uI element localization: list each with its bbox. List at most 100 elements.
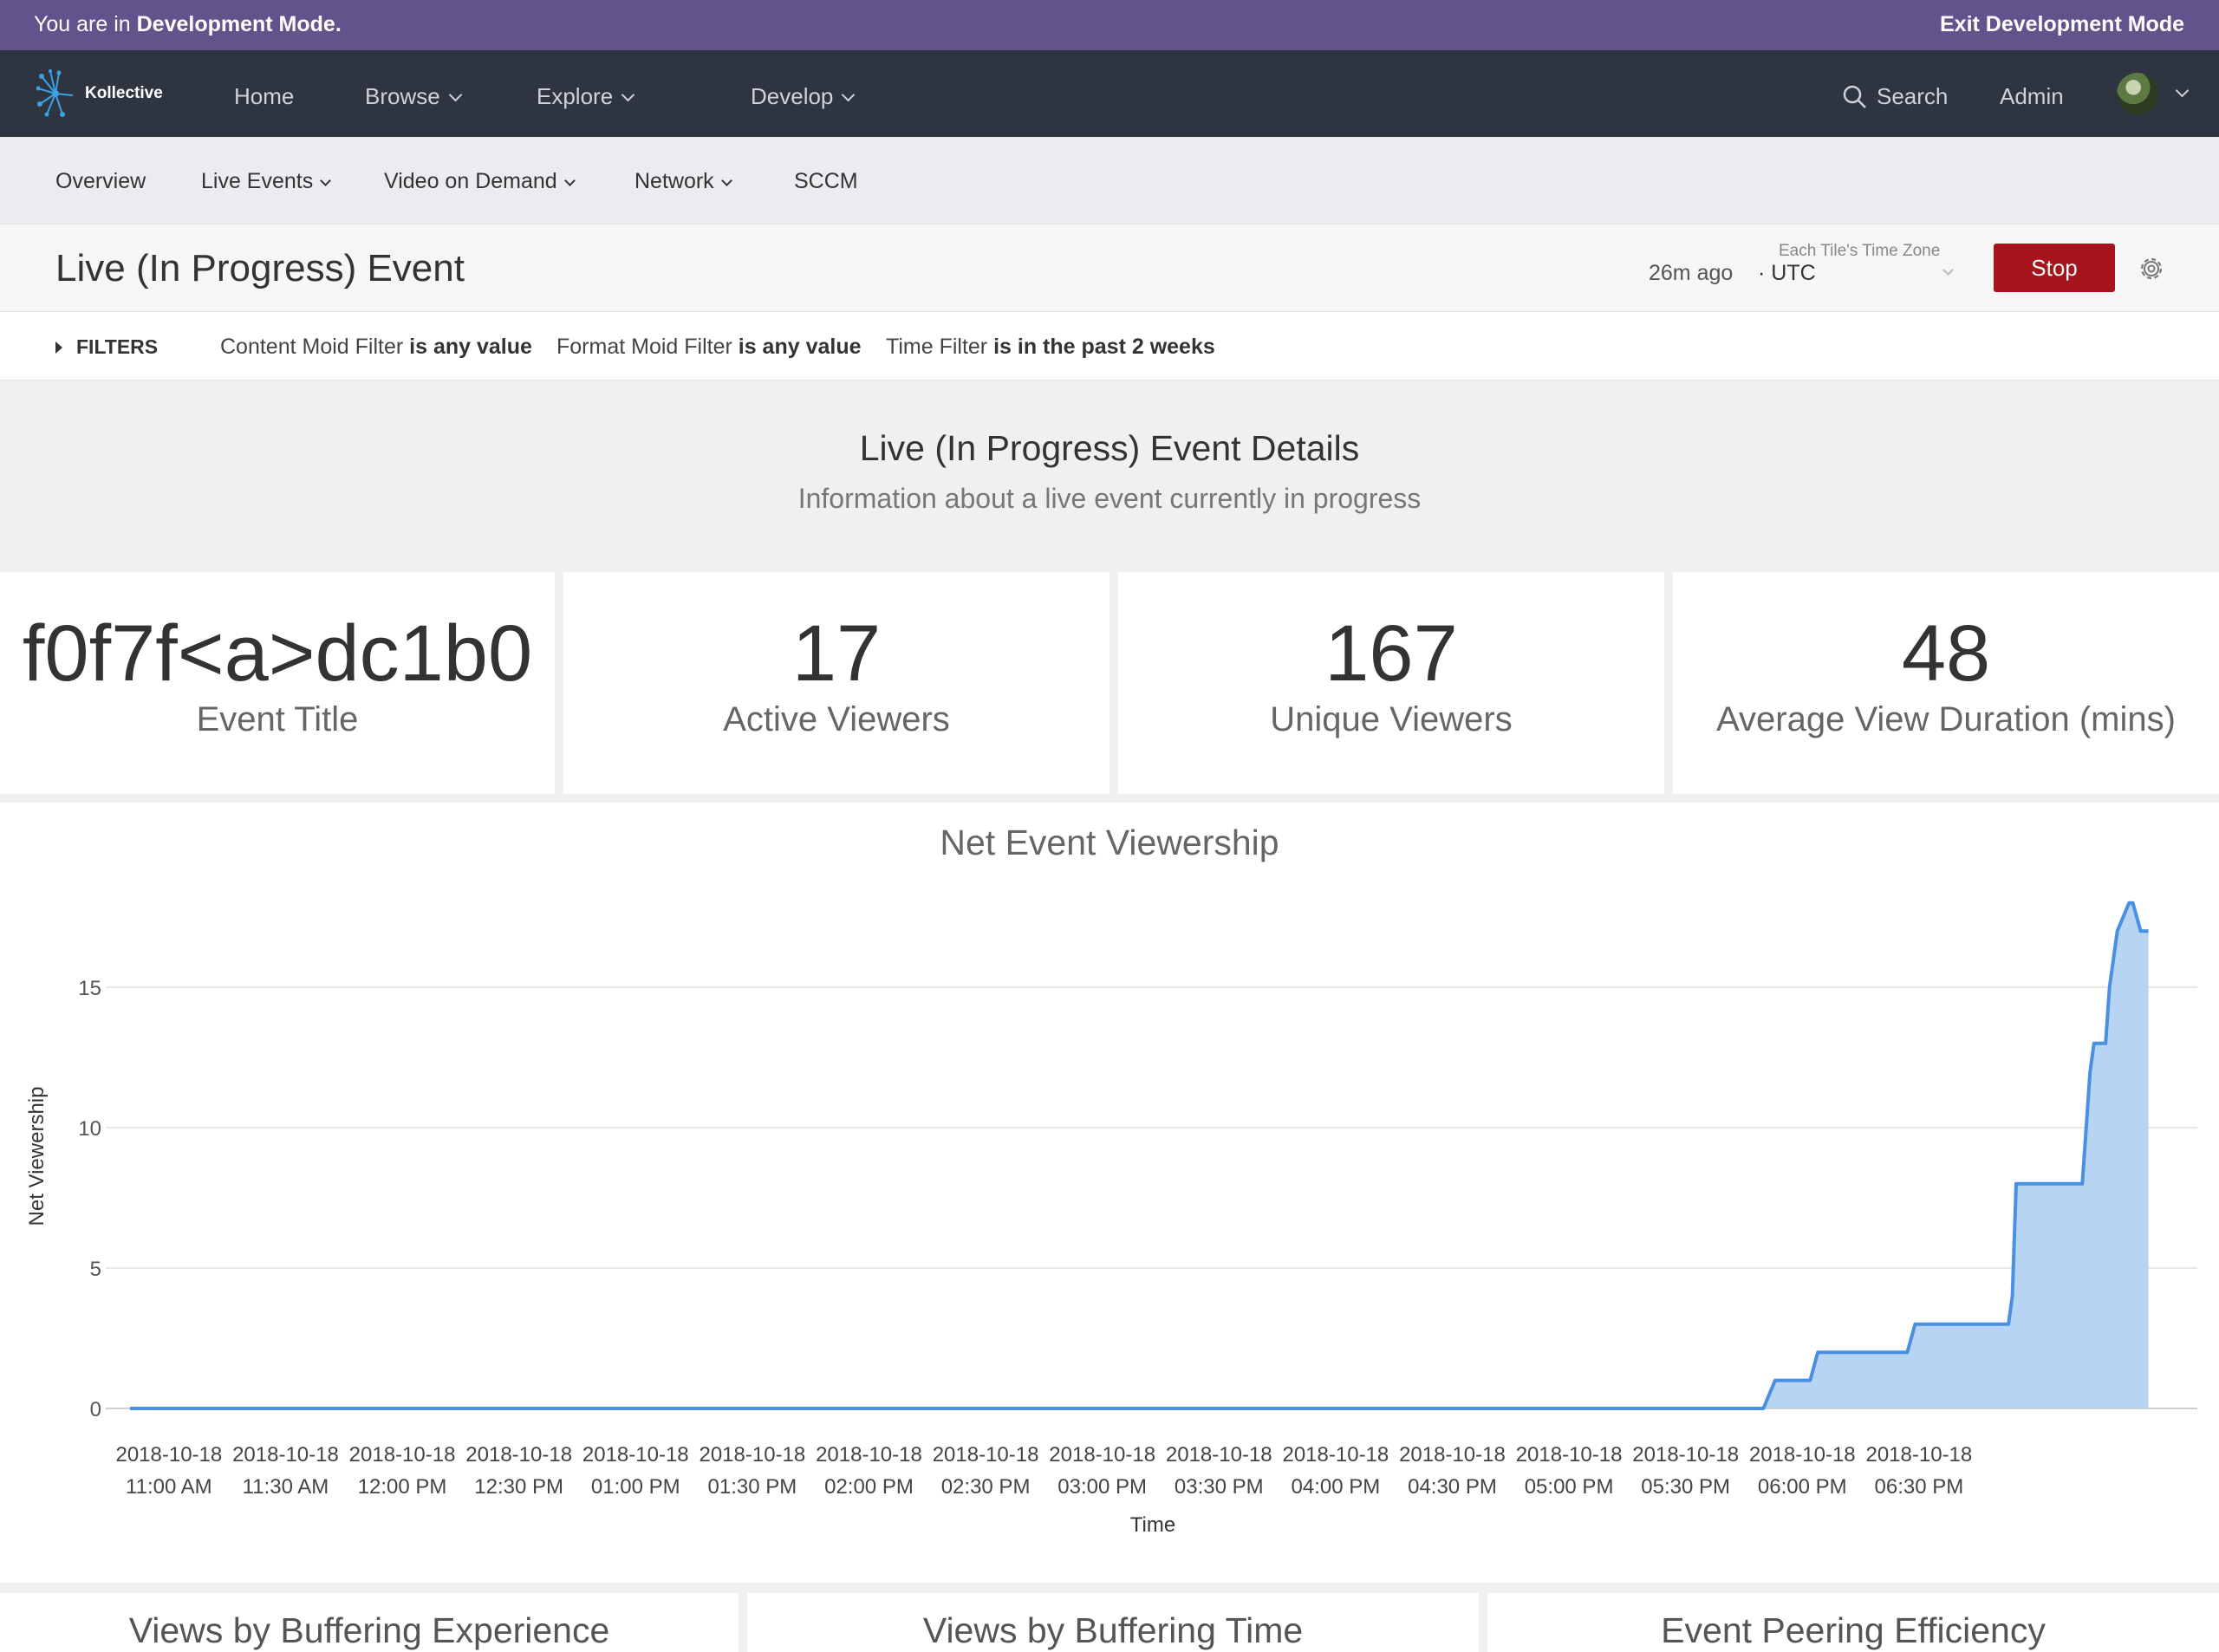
filter-format-moid[interactable]: Format Moid Filter is any value <box>556 335 862 360</box>
dev-mode-label: Development Mode. <box>136 12 342 36</box>
x-tick-date: 2018-10-18 <box>1749 1443 1856 1467</box>
nav-develop[interactable]: Develop <box>751 83 856 110</box>
tile-title: Views by Buffering Experience <box>128 1610 610 1650</box>
caret-right-icon <box>55 341 62 354</box>
x-tick-time: 02:30 PM <box>941 1475 1031 1499</box>
chart-title: Net Event Viewership <box>940 823 1279 862</box>
subnav-video-on-demand[interactable]: Video on Demand <box>384 169 576 194</box>
dev-mode-prefix: You are in <box>34 12 137 36</box>
nav-home-label: Home <box>234 83 295 109</box>
subnav-overview-label: Overview <box>55 169 146 193</box>
x-tick-time: 05:30 PM <box>1641 1475 1730 1499</box>
dev-mode-message: You are in Development Mode. <box>34 12 342 37</box>
x-tick-date: 2018-10-18 <box>1865 1443 1972 1467</box>
timezone-chevron[interactable] <box>1936 264 1954 282</box>
x-tick-date: 2018-10-18 <box>1049 1443 1155 1467</box>
page-title: Live (In Progress) Event <box>55 247 465 289</box>
subnav-live-events[interactable]: Live Events <box>201 169 332 194</box>
chevron-down-icon <box>320 175 332 186</box>
tile-views-by-buffering-experience[interactable]: Views by Buffering Experience <box>0 1593 739 1652</box>
search-label: Search <box>1877 83 1949 109</box>
x-tick-date: 2018-10-18 <box>1632 1443 1739 1467</box>
nav-browse[interactable]: Browse <box>365 83 462 110</box>
last-updated: 26m ago <box>1649 261 1734 285</box>
series-line <box>130 901 2149 1410</box>
tile-active-viewers[interactable]: 17 Active Viewers <box>563 572 1110 794</box>
x-tick-time: 12:30 PM <box>474 1475 563 1499</box>
subnav-network-label: Network <box>634 169 714 193</box>
tile-event-peering-efficiency[interactable]: Event Peering Efficiency <box>1487 1593 2219 1652</box>
nav-home[interactable]: Home <box>234 83 294 110</box>
subnav-overview[interactable]: Overview <box>55 169 146 194</box>
tile-average-view-duration[interactable]: 48 Average View Duration (mins) <box>1673 572 2219 794</box>
subnav-sccm-label: SCCM <box>794 169 858 193</box>
tile-title: Views by Buffering Time <box>922 1610 1304 1650</box>
chevron-down-icon <box>842 88 856 102</box>
user-menu-chevron[interactable] <box>2167 83 2190 104</box>
y-axis-label: Net Viewership <box>25 1087 49 1226</box>
subnav-sccm[interactable]: SCCM <box>794 169 858 194</box>
stop-button[interactable]: Stop <box>1994 244 2115 292</box>
x-tick-date: 2018-10-18 <box>1166 1443 1272 1467</box>
x-tick-time: 04:00 PM <box>1292 1475 1381 1499</box>
subnav-network[interactable]: Network <box>634 169 732 194</box>
y-tick-label: 0 <box>90 1398 101 1421</box>
timezone-label: Each Tile's Time Zone <box>1779 242 1941 260</box>
x-tick-date: 2018-10-18 <box>1399 1443 1506 1467</box>
kollective-logo[interactable]: Kollective <box>36 68 163 120</box>
filter-name: Format Moid Filter <box>556 335 732 359</box>
y-tick-label: 10 <box>78 1117 101 1141</box>
chevron-down-icon <box>621 88 635 102</box>
net-viewership-chart: Net Event Viewership 0 5 10 15 Net Viewership… <box>25 823 2197 1537</box>
chevron-down-icon <box>2175 83 2190 98</box>
subnav-live-events-label: Live Events <box>201 169 314 193</box>
x-tick-time: 05:00 PM <box>1525 1475 1614 1499</box>
tile-views-by-buffering-time[interactable]: Views by Buffering Time <box>747 1593 1479 1652</box>
details-subtitle: Information about a live event currently… <box>797 483 1422 514</box>
filter-name: Content Moid Filter <box>220 335 404 359</box>
tile-unique-viewers[interactable]: 167 Unique Viewers <box>1118 572 1664 794</box>
admin-link[interactable]: Admin <box>2000 83 2064 110</box>
chevron-down-icon <box>1942 264 1954 276</box>
x-tick-date: 2018-10-18 <box>465 1443 572 1467</box>
exit-dev-mode-link[interactable]: Exit Development Mode <box>1940 12 2184 37</box>
brand-name: Kollective <box>85 84 163 102</box>
nav-explore[interactable]: Explore <box>537 83 635 110</box>
series-area <box>130 902 2149 1408</box>
details-title: Live (In Progress) Event Details <box>859 428 1360 468</box>
nav-develop-label: Develop <box>751 83 834 109</box>
subnav-vod-label: Video on Demand <box>384 169 557 193</box>
user-avatar[interactable] <box>2117 73 2158 114</box>
filters-bar: FILTERS Content Moid Filter is any value… <box>0 312 2219 380</box>
filter-value: is in the past 2 weeks <box>993 335 1215 359</box>
dev-mode-banner: You are in Development Mode. Exit Develo… <box>0 0 2219 50</box>
tile-event-title[interactable]: f0f7f<a>dc1b0 Event Title <box>0 572 555 794</box>
gear-icon[interactable] <box>2136 253 2167 284</box>
tile-value: f0f7f<a>dc1b0 <box>22 609 533 698</box>
chevron-down-icon <box>563 175 576 186</box>
timezone-select[interactable]: · UTC <box>1758 261 1816 286</box>
search-button[interactable]: Search <box>1842 83 1948 110</box>
tile-label: Unique Viewers <box>1270 700 1513 738</box>
x-tick-date: 2018-10-18 <box>816 1443 922 1467</box>
x-tick-date: 2018-10-18 <box>1282 1443 1389 1467</box>
tile-label: Active Viewers <box>723 700 950 738</box>
x-tick-date: 2018-10-18 <box>699 1443 805 1467</box>
filters-toggle[interactable]: FILTERS <box>55 335 158 359</box>
x-tick-time: 02:00 PM <box>824 1475 914 1499</box>
x-tick-date: 2018-10-18 <box>232 1443 339 1467</box>
filter-content-moid[interactable]: Content Moid Filter is any value <box>220 335 532 360</box>
filter-value: is any value <box>409 335 532 359</box>
x-tick-time: 04:30 PM <box>1408 1475 1497 1499</box>
top-nav: Kollective Home Browse Explore Develop S… <box>0 50 2219 137</box>
x-tick-time: 06:30 PM <box>1875 1475 1964 1499</box>
filter-name: Time Filter <box>886 335 988 359</box>
x-tick-date: 2018-10-18 <box>1516 1443 1623 1467</box>
section-nav: Overview Live Events Video on Demand Net… <box>0 137 2219 224</box>
chevron-down-icon <box>720 175 732 186</box>
x-tick-time: 01:30 PM <box>708 1475 797 1499</box>
tile-value: 17 <box>791 609 882 698</box>
filter-time[interactable]: Time Filter is in the past 2 weeks <box>886 335 1215 360</box>
net-viewership-chart-tile[interactable]: Net Event Viewership 0 5 10 15 Net Viewership… <box>0 803 2219 1583</box>
x-tick-date: 2018-10-18 <box>933 1443 1039 1467</box>
